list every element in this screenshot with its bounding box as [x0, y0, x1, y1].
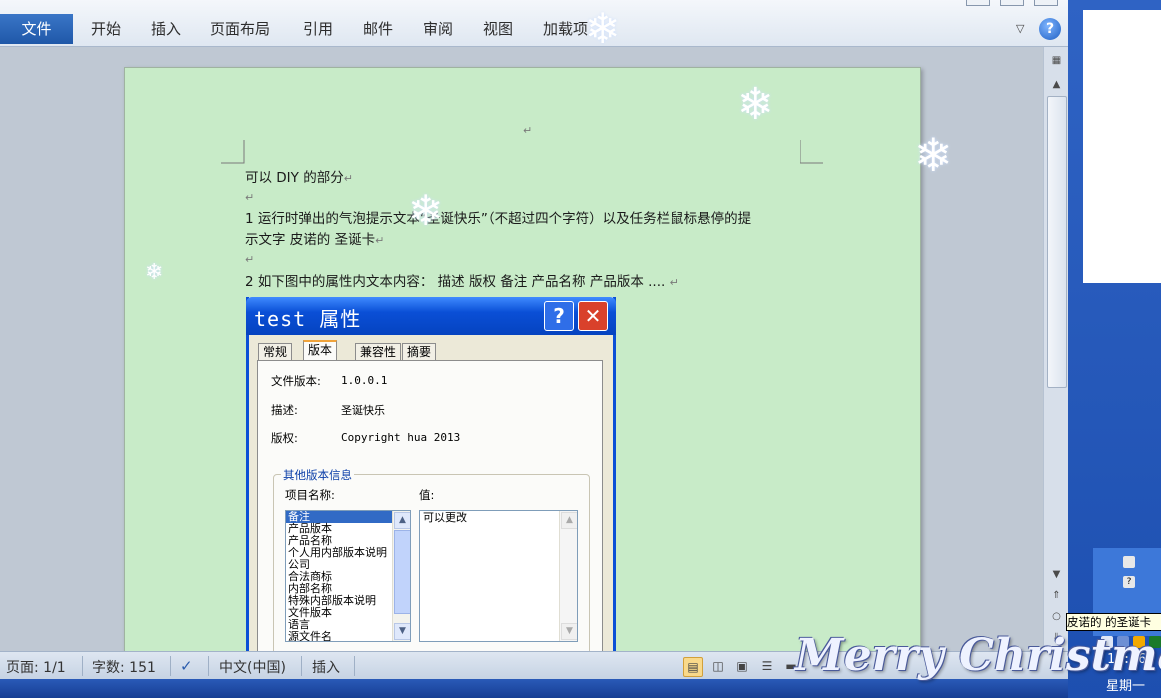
- file-version-value: 1.0.0.1: [341, 374, 388, 387]
- divider: [208, 656, 209, 676]
- item-name-label: 项目名称:: [285, 488, 335, 502]
- help-tray-icon[interactable]: ?: [1123, 576, 1135, 588]
- dialog-tab-general: 常规: [258, 343, 293, 361]
- tab-page-layout[interactable]: 页面布局: [210, 14, 270, 44]
- divider: [82, 656, 83, 676]
- tab-references[interactable]: 引用: [303, 14, 333, 44]
- document-line: 可以 DIY 的部分↵: [245, 166, 353, 186]
- scroll-down-arrow-icon[interactable]: ▼: [1047, 567, 1066, 583]
- previous-page-icon[interactable]: ⇑: [1047, 588, 1066, 604]
- document-empty-line: ↵: [245, 251, 254, 267]
- paragraph-mark: ↵: [343, 172, 353, 185]
- maximize-button[interactable]: [1000, 0, 1024, 6]
- tab-home[interactable]: 开始: [91, 14, 121, 44]
- scroll-up-icon: ▲: [561, 512, 577, 529]
- document-line: 2 如下图中的属性内文本内容： 描述 版权 备注 产品名称 产品版本 .... …: [245, 270, 679, 290]
- tab-add-ins[interactable]: 加载项: [543, 14, 588, 44]
- document-line: 1 运行时弹出的气泡提示文本“圣诞快乐”（不超过四个字符）以及任务栏鼠标悬停的提: [245, 207, 751, 227]
- dialog-panel: 文件版本: 1.0.0.1 描述: 圣诞快乐 版权: Copyright hua…: [257, 360, 603, 652]
- paragraph-mark: ↵: [669, 276, 679, 289]
- background-window: [1083, 10, 1161, 283]
- snowflake-icon: ❄: [408, 186, 444, 235]
- page-count[interactable]: 页面: 1/1: [6, 657, 66, 677]
- other-version-info-group: 其他版本信息 项目名称: 值: 备注 产品版本 产品名称 个人用内部版本说明 公…: [273, 467, 590, 652]
- snowflake-icon: ❄: [585, 4, 621, 53]
- copyright-label: 版权:: [271, 431, 298, 445]
- proofing-icon[interactable]: ✓: [180, 657, 193, 675]
- value-scrollbar: ▲ ▼: [559, 511, 577, 641]
- list-scrollbar: ▲ ▼: [392, 511, 410, 641]
- help-button[interactable]: ?: [1039, 18, 1061, 40]
- description-label: 描述:: [271, 403, 298, 417]
- full-screen-reading-icon[interactable]: ◫: [709, 657, 727, 675]
- dialog-title: test 属性: [254, 307, 362, 331]
- dialog-help-button: ?: [544, 301, 574, 331]
- paragraph-mark: ↵: [245, 191, 255, 204]
- keyboard-icon[interactable]: [1123, 556, 1135, 568]
- tab-file[interactable]: 文件: [0, 14, 73, 44]
- properties-dialog-image: test 属性 ? ✕ 常规 版本 兼容性 摘要 文件版本: 1.0.0.1 描…: [246, 297, 616, 652]
- paragraph-mark: ↵: [375, 234, 385, 247]
- tab-mailings[interactable]: 邮件: [363, 14, 393, 44]
- paragraph-mark: ↵: [523, 124, 533, 137]
- line-text: 示文字 皮诺的 圣诞卡: [245, 232, 376, 248]
- scroll-down-icon: ▼: [394, 623, 410, 640]
- description-value: 圣诞快乐: [341, 404, 385, 417]
- tray-tooltip: 皮诺的 的圣诞卡: [1066, 613, 1161, 631]
- divider: [354, 656, 355, 676]
- minimize-button[interactable]: [966, 0, 990, 6]
- tab-insert[interactable]: 插入: [151, 14, 181, 44]
- snowflake-icon: ❄: [914, 128, 953, 182]
- margin-corner-mark: [800, 140, 823, 164]
- list-scroll-thumb: [394, 530, 410, 614]
- dialog-title-bar: test 属性 ? ✕: [246, 297, 616, 335]
- scroll-thumb[interactable]: [1047, 96, 1067, 388]
- document-empty-line: ↵: [245, 189, 254, 205]
- value-box: 可以更改 ▲ ▼: [419, 510, 578, 642]
- line-text: 1 运行时弹出的气泡提示文本“圣诞快乐”（不超过四个字符）以及任务栏鼠标悬停的提: [245, 211, 752, 227]
- scroll-up-arrow-icon[interactable]: ▲: [1047, 77, 1066, 93]
- merry-christmas-banner: Merry Christmas: [795, 630, 1161, 681]
- ribbon: 文件 开始 插入 页面布局 引用 邮件 审阅 视图 加载项 ▽ ?: [0, 0, 1068, 47]
- line-text: 可以 DIY 的部分: [245, 170, 344, 186]
- dialog-tab-summary: 摘要: [402, 343, 437, 361]
- document-page[interactable]: ↵ 可以 DIY 的部分↵ ↵ 1 运行时弹出的气泡提示文本“圣诞快乐”（不超过…: [124, 67, 921, 653]
- document-line: 示文字 皮诺的 圣诞卡↵: [245, 228, 384, 248]
- dialog-tab-compatibility: 兼容性: [355, 343, 402, 361]
- tab-review[interactable]: 审阅: [423, 14, 453, 44]
- dialog-tab-version: 版本: [303, 340, 338, 362]
- outline-view-icon[interactable]: ☰: [758, 657, 776, 675]
- selected-value: 可以更改: [423, 511, 467, 524]
- group-title: 其他版本信息: [281, 467, 354, 483]
- ruler-toggle-icon[interactable]: ▦: [1047, 53, 1066, 69]
- item-name-list: 备注 产品版本 产品名称 个人用内部版本说明 公司 合法商标 内部名称 特殊内部…: [285, 510, 411, 642]
- vertical-scrollbar[interactable]: ▦ ▲ ▼ ⇑ ○ ⇓: [1043, 47, 1069, 651]
- scroll-up-icon: ▲: [394, 512, 410, 529]
- snowflake-icon: ❄: [737, 79, 774, 130]
- title-bar-strip: [0, 0, 1068, 12]
- copyright-value: Copyright hua 2013: [341, 431, 461, 444]
- print-layout-icon[interactable]: ▤: [683, 657, 703, 677]
- margin-corner-mark: [221, 140, 245, 164]
- language-indicator[interactable]: 中文(中国): [219, 657, 286, 677]
- tab-view[interactable]: 视图: [483, 14, 513, 44]
- value-label: 值:: [419, 488, 435, 502]
- paragraph-mark: ↵: [245, 253, 255, 266]
- close-window-button[interactable]: [1034, 0, 1058, 6]
- snowflake-icon: ❄: [145, 260, 164, 285]
- insert-mode[interactable]: 插入: [312, 657, 340, 677]
- line-text: 2 如下图中的属性内文本内容： 描述 版权 备注 产品名称 产品版本 ....: [245, 274, 666, 290]
- ribbon-collapse-icon[interactable]: ▽: [1016, 22, 1024, 35]
- file-version-label: 文件版本:: [271, 374, 321, 388]
- web-layout-icon[interactable]: ▣: [733, 657, 751, 675]
- word-count[interactable]: 字数: 151: [92, 657, 156, 677]
- scroll-down-icon: ▼: [561, 623, 577, 640]
- divider: [170, 656, 171, 676]
- divider: [301, 656, 302, 676]
- dialog-close-button: ✕: [578, 301, 608, 331]
- browse-object-icon[interactable]: ○: [1047, 609, 1066, 625]
